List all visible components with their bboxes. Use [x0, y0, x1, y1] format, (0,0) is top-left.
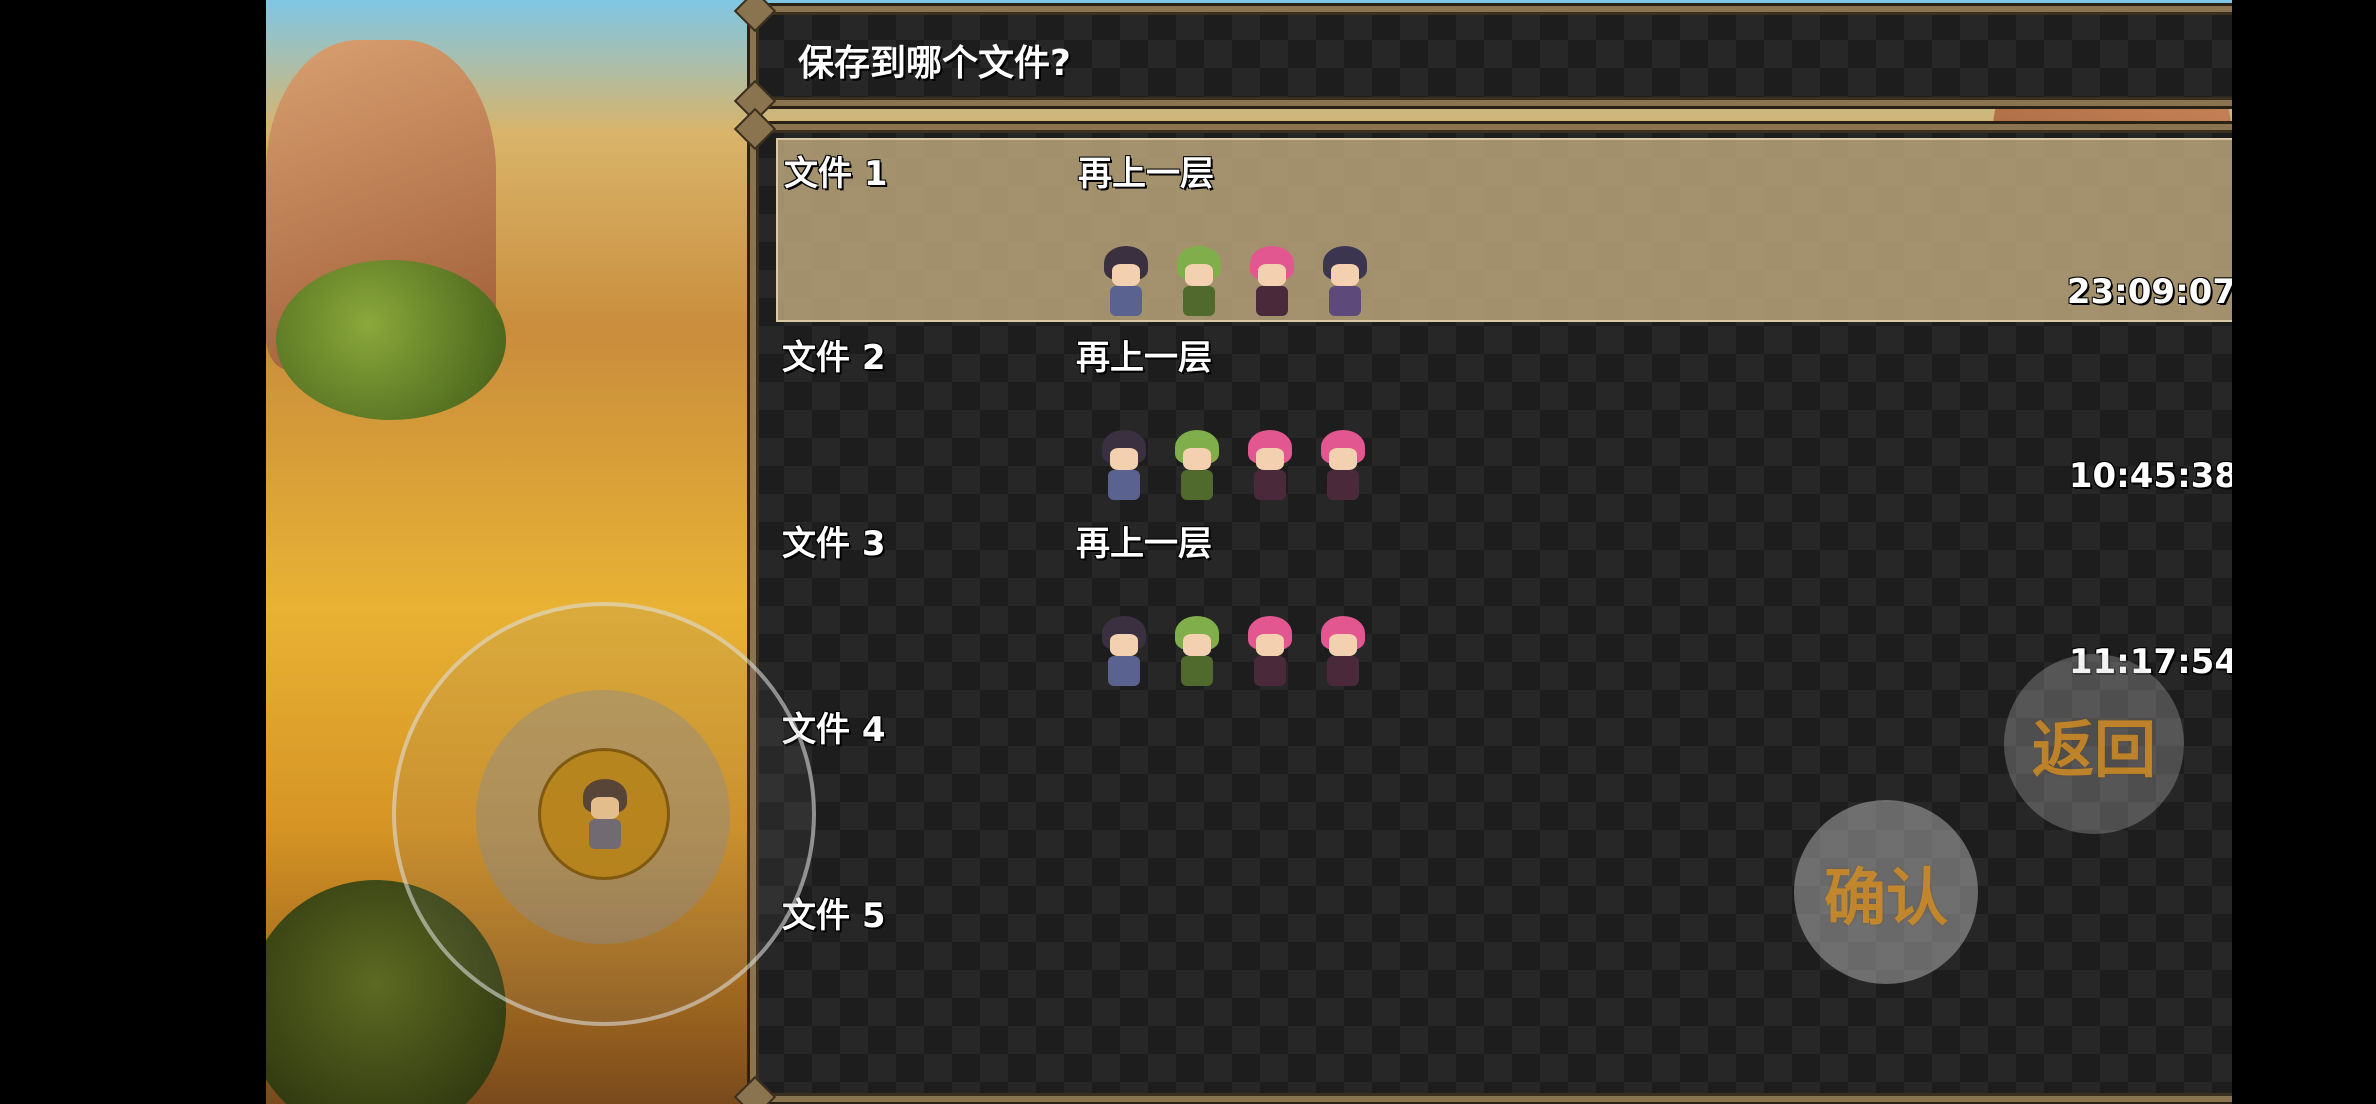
hero-sprite-icon — [577, 779, 633, 851]
save-slot[interactable]: 文件 3 再上一层 11:17:54 — [776, 510, 2232, 694]
game-screen: 保存到哪个文件? 文件 1 再上一层 23:09:07 文件 2 再上一层 10:45:3… — [0, 0, 2376, 1104]
hero-sprite-icon — [1096, 616, 1152, 688]
green-haired-ally-sprite-icon — [1169, 616, 1225, 688]
save-slot[interactable]: 文件 2 再上一层 10:45:38 — [776, 324, 2232, 508]
pink-haired-ally-sprite-icon — [1242, 430, 1298, 502]
pink-haired-ally-sprite-icon — [1315, 616, 1371, 688]
green-haired-ally-sprite-icon — [1171, 246, 1227, 318]
slot-location: 再上一层 — [1076, 338, 1212, 378]
save-file-list[interactable]: 文件 1 再上一层 23:09:07 文件 2 再上一层 10:45:38 文件 3 再上一层… — [733, 107, 2232, 1104]
confirm-button[interactable]: 确认 — [1794, 800, 1978, 984]
frame-corner — [733, 0, 777, 33]
hero-sprite-icon — [1098, 246, 1154, 318]
slot-label: 文件 1 — [784, 154, 888, 194]
help-text: 保存到哪个文件? — [798, 43, 1071, 84]
slot-label: 文件 3 — [782, 524, 886, 564]
save-slot[interactable]: 文件 1 再上一层 23:09:07 — [776, 138, 2232, 322]
pink-haired-ally-sprite-icon — [1242, 616, 1298, 688]
slot-playtime: 23:09:07 — [2066, 272, 2232, 312]
slot-location: 再上一层 — [1076, 524, 1212, 564]
dark-haired-ally-sprite-icon — [1317, 246, 1373, 318]
save-slot[interactable]: 文件 5 — [776, 882, 2232, 1066]
virtual-joystick-knob[interactable] — [538, 748, 670, 880]
frame-corner — [733, 1075, 777, 1104]
frame-corner — [733, 107, 777, 151]
help-window: 保存到哪个文件? — [733, 0, 2232, 123]
slot-location: 再上一层 — [1078, 154, 1214, 194]
pink-haired-ally-sprite-icon — [1244, 246, 1300, 318]
left-shrub — [276, 260, 506, 420]
slot-playtime: 10:45:38 — [2068, 456, 2232, 496]
pink-haired-ally-sprite-icon — [1315, 430, 1371, 502]
slot-label: 文件 2 — [782, 338, 886, 378]
back-button[interactable]: 返回 — [2004, 654, 2184, 834]
hero-sprite-icon — [1096, 430, 1152, 502]
green-haired-ally-sprite-icon — [1169, 430, 1225, 502]
